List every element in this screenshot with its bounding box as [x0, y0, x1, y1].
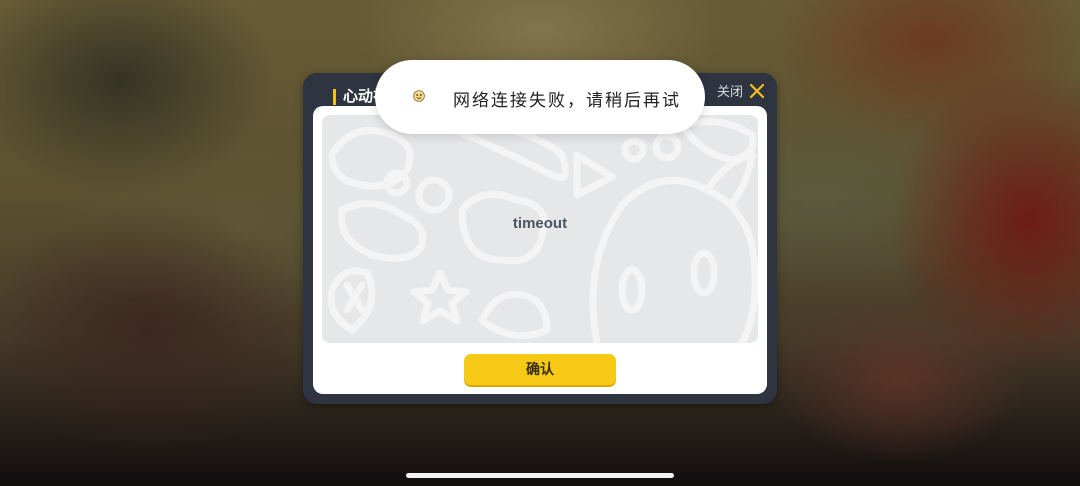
- emoji-face-icon: [413, 90, 425, 102]
- close-icon: [749, 83, 765, 98]
- screen: 心动礼 关闭 timeout 确认 网络连接失败，请稍后再试: [0, 0, 1080, 486]
- close-button[interactable]: 关闭: [717, 81, 765, 100]
- content-panel: timeout: [322, 115, 758, 343]
- close-label: 关闭: [716, 84, 743, 99]
- confirm-button[interactable]: 确认: [464, 354, 616, 385]
- toast-message: 网络连接失败，请稍后再试: [453, 91, 681, 111]
- error-message: timeout: [512, 215, 568, 232]
- dialog-body: timeout 确认: [313, 106, 767, 394]
- toast-notification: 网络连接失败，请稍后再试: [375, 60, 705, 134]
- home-indicator[interactable]: [406, 473, 674, 478]
